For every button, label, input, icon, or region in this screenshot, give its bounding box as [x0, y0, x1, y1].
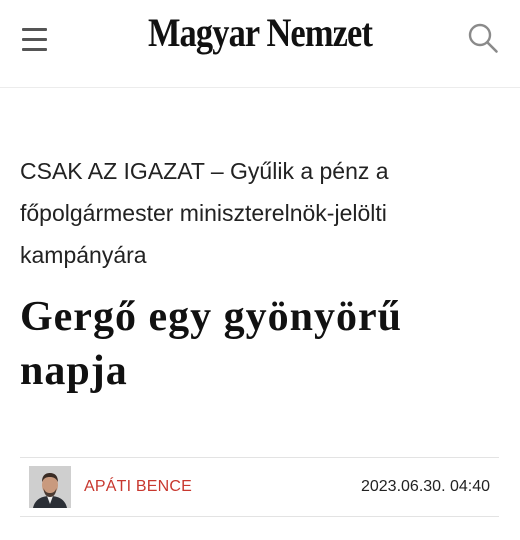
site-logo[interactable]: Magyar Nemzet [36, 9, 483, 56]
publish-date: 2023.06.30. 04:40 [360, 478, 490, 495]
search-icon[interactable] [467, 22, 499, 54]
author-avatar[interactable] [29, 466, 71, 508]
article-kicker: CSAK AZ IGAZAT – Gyűlik a pénz a főpolgá… [20, 158, 389, 268]
article-headline: Gergő egy gyönyörű napja [20, 294, 402, 394]
site-header: Magyar Nemzet [0, 0, 520, 88]
author-link[interactable]: APÁTI BENCE [84, 478, 192, 496]
article-byline: APÁTI BENCE 2023.06.30. 04:40 [20, 457, 499, 517]
